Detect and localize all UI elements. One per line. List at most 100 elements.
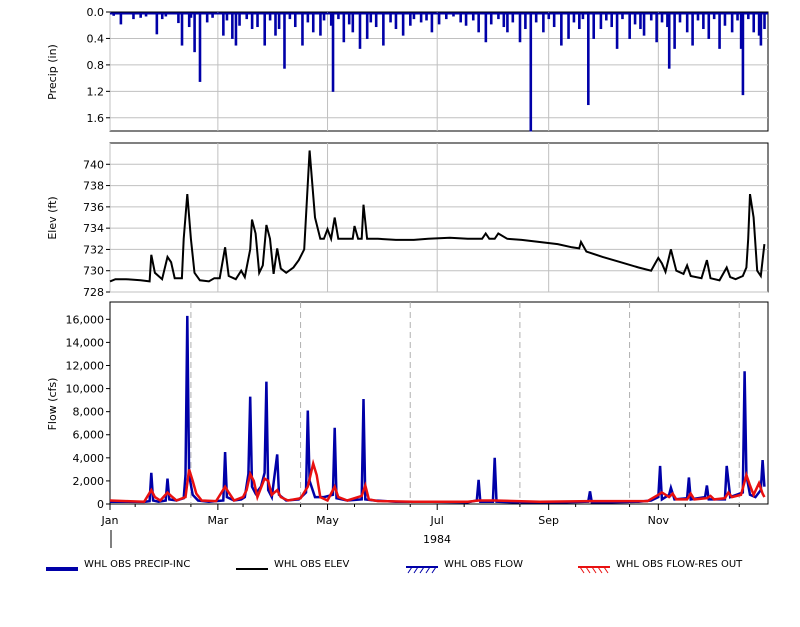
elev-ytick-label: 740 <box>83 158 104 171</box>
precip-bar <box>198 12 202 82</box>
precip-bar <box>342 12 346 43</box>
elev-ytick-label: 732 <box>83 243 104 256</box>
precip-bar <box>311 12 315 33</box>
precip-bar <box>685 12 689 33</box>
precip-bar <box>283 12 286 69</box>
precip-bar <box>759 12 763 46</box>
elev-ytick-label: 728 <box>83 286 104 299</box>
precip-bar <box>256 12 259 28</box>
precip-bar <box>234 12 238 46</box>
elev-panel: 728 730 732 734 736 738 740 Elev (ft) <box>46 142 769 299</box>
legend-swatch-precip <box>46 559 78 571</box>
precip-bar <box>524 12 527 30</box>
legend-label-precip: WHL OBS PRECIP-INC <box>84 558 191 570</box>
precip-bar <box>752 12 756 33</box>
precip-bar <box>763 12 766 30</box>
precip-bar <box>293 12 297 28</box>
legend-item-resout: WHL OBS FLOW-RES OUT <box>578 554 742 574</box>
precip-bar <box>365 12 369 39</box>
precip-bar <box>599 12 603 30</box>
precip-bar <box>655 12 658 43</box>
precip-bar <box>718 12 721 49</box>
precip-bar <box>484 12 488 43</box>
precip-bar <box>673 12 676 49</box>
x-axis-year-label: 1984 <box>423 533 451 546</box>
precip-bar <box>691 12 694 46</box>
chart-figure: 0.0 0.4 0.8 1.2 1.6 Precip (in) 728 730 732 734… <box>46 6 769 548</box>
flow-ytick-label: 4,000 <box>73 452 105 465</box>
precip-ytick-label: 0.4 <box>87 32 105 45</box>
precip-bar <box>301 12 304 46</box>
elev-plot-area <box>109 142 769 293</box>
precip-bar <box>401 12 405 36</box>
precip-bar <box>529 12 533 132</box>
flow-ytick-label: 12,000 <box>66 359 105 372</box>
precip-bar <box>502 12 506 28</box>
x-tick-label: Sep <box>538 514 559 527</box>
x-tick-label: Nov <box>648 514 670 527</box>
flow-ytick-label: 10,000 <box>66 383 105 396</box>
precip-ytick-label: 1.6 <box>87 112 105 125</box>
elev-ytick-label: 734 <box>83 222 104 235</box>
precip-bar <box>374 12 378 28</box>
legend-label-flow: WHL OBS FLOW <box>444 558 523 570</box>
legend-item-flow: WHL OBS FLOW <box>406 554 523 574</box>
precip-bar <box>667 12 671 69</box>
precip-bar <box>615 12 619 49</box>
elev-ytick-label: 738 <box>83 180 104 193</box>
precip-bar <box>628 12 631 39</box>
precip-bar <box>358 12 362 49</box>
elev-ytick-label: 736 <box>83 201 104 214</box>
precip-bar <box>394 12 398 30</box>
precip-bar <box>552 12 556 28</box>
flow-ytick-label: 14,000 <box>66 336 105 349</box>
precip-panel: 0.0 0.4 0.8 1.2 1.6 Precip (in) <box>46 6 769 132</box>
flow-ytick-label: 8,000 <box>73 406 105 419</box>
legend: WHL OBS PRECIP-INC WHL OBS ELEV WHL OBS … <box>0 554 800 574</box>
precip-bar <box>274 12 277 36</box>
legend-label-resout: WHL OBS FLOW-RES OUT <box>616 558 743 570</box>
flow-y-label: Flow (cfs) <box>46 378 59 431</box>
precip-bar <box>351 12 355 33</box>
precip-bar <box>642 12 646 36</box>
precip-bar <box>560 12 563 46</box>
precip-bar <box>277 12 281 30</box>
precip-y-label: Precip (in) <box>46 44 59 100</box>
precip-bar <box>741 12 745 96</box>
precip-ytick-label: 0.0 <box>87 6 105 19</box>
precip-bar <box>231 12 234 39</box>
legend-item-precip: WHL OBS PRECIP-INC <box>46 554 190 574</box>
precip-bar <box>639 12 642 30</box>
precip-bar <box>506 12 509 33</box>
legend-swatch-resout <box>578 559 610 574</box>
precip-bar <box>567 12 570 39</box>
precip-bar <box>587 12 590 106</box>
flow-ytick-label: 6,000 <box>73 429 105 442</box>
x-tick-label: May <box>316 514 339 527</box>
precip-ytick-label: 1.2 <box>87 85 105 98</box>
flow-panel: 0 2,000 4,000 6,000 8,000 10,000 12,000 14,000 1… <box>46 301 769 511</box>
precip-bar <box>610 12 613 28</box>
flow-ytick-label: 2,000 <box>73 475 105 488</box>
precip-bar <box>155 12 159 35</box>
x-tick-label: Mar <box>207 514 228 527</box>
precip-bar <box>542 12 545 33</box>
legend-item-elev: WHL OBS ELEV <box>236 554 349 574</box>
precip-bar <box>222 12 225 36</box>
precip-bar <box>702 12 705 30</box>
precip-bar <box>518 12 522 43</box>
precip-bar <box>382 12 385 46</box>
legend-swatch-elev <box>236 559 268 570</box>
precip-ytick-label: 0.8 <box>87 59 105 72</box>
precip-bar <box>263 12 267 46</box>
precip-bar <box>250 12 254 30</box>
elev-y-label: Elev (ft) <box>46 196 59 239</box>
legend-label-elev: WHL OBS ELEV <box>274 558 350 570</box>
x-axis: Jan Mar May Jul Sep Nov <box>101 504 740 548</box>
precip-bar <box>477 12 480 33</box>
precip-bar <box>578 12 581 30</box>
precip-bar <box>430 12 434 33</box>
precip-bar <box>180 12 184 46</box>
precip-bar <box>319 12 322 36</box>
legend-swatch-flow <box>406 559 438 574</box>
